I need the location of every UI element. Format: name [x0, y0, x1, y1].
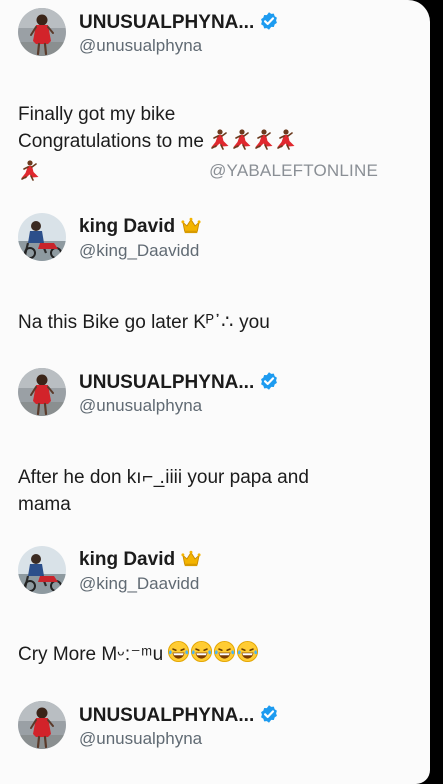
- avatar[interactable]: [18, 368, 66, 416]
- post-king-david-2[interactable]: king David @king_Daavidd Cry More Mᵕ:⁻ᵐu: [0, 538, 430, 683]
- laughing-emoji-group: [167, 640, 259, 671]
- laughing-emoji-icon: [213, 640, 236, 663]
- dancer-emoji-icon: [252, 128, 274, 150]
- post-header: UNUSUALPHYNA... @unusualphyna: [18, 701, 418, 753]
- display-name[interactable]: king David: [79, 549, 201, 571]
- avatar[interactable]: [18, 8, 66, 56]
- post-header: king David @king_Daavidd: [18, 546, 418, 598]
- laughing-emoji-icon: [236, 640, 259, 663]
- obscured-text: ı⌐ ̲.: [136, 467, 166, 488]
- dancer-emoji-icon: [274, 128, 296, 150]
- watermark: @YABALEFTONLINE: [209, 161, 378, 180]
- display-name-text: king David: [79, 549, 176, 570]
- post-header: UNUSUALPHYNA... @unusualphyna: [18, 368, 418, 420]
- user-handle[interactable]: @king_Daavidd: [79, 574, 199, 594]
- woman-red-dress-avatar-icon: [18, 8, 66, 56]
- post-king-david-1[interactable]: king David @king_Daavidd Na this Bike go…: [0, 205, 430, 345]
- laughing-emoji-icon: [190, 640, 213, 663]
- post-text-span: you: [233, 312, 270, 333]
- man-bike-avatar-icon: [18, 213, 66, 261]
- user-handle[interactable]: @unusualphyna: [79, 729, 202, 749]
- avatar[interactable]: [18, 546, 66, 594]
- dancer-emoji-icon: [18, 159, 40, 181]
- obscured-text: ᴾ᾽∴: [205, 312, 234, 333]
- woman-red-dress-avatar-icon: [18, 368, 66, 416]
- post-header: king David @king_Daavidd: [18, 213, 418, 265]
- post-text-line: mama: [18, 494, 71, 515]
- post-text-line: Congratulations to me: [18, 128, 413, 158]
- dancer-emoji-icon: [230, 128, 252, 150]
- verified-badge-icon: [259, 371, 279, 391]
- user-handle[interactable]: @king_Daavidd: [79, 241, 199, 261]
- user-handle[interactable]: @unusualphyna: [79, 396, 202, 416]
- post-text-span: u: [152, 644, 164, 665]
- display-name-text: UNUSUALPHYNA...: [79, 372, 255, 393]
- crown-emoji-icon: [181, 216, 201, 234]
- post-text-span: Na this Bike go later K: [18, 312, 206, 333]
- laughing-emoji-icon: [167, 640, 190, 663]
- display-name-text: king David: [79, 216, 176, 237]
- post-text-line: Finally got my bike: [18, 104, 176, 125]
- user-handle[interactable]: @unusualphyna: [79, 36, 202, 56]
- avatar[interactable]: [18, 213, 66, 261]
- obscured-text: ᵕ:⁻ᵐ: [117, 644, 153, 665]
- post-text-span: Congratulations to me: [18, 131, 204, 152]
- post-header: UNUSUALPHYNA... @unusualphyna: [18, 8, 418, 60]
- post-text: Cry More Mᵕ:⁻ᵐu: [18, 640, 413, 671]
- verified-badge-icon: [259, 11, 279, 31]
- post-text-line: After he don kı⌐ ̲.iiii your papa and: [18, 464, 413, 491]
- post-text: After he don kı⌐ ̲.iiii your papa and ma…: [18, 464, 413, 518]
- post-unusualphyna-1[interactable]: UNUSUALPHYNA... @unusualphyna Finally go…: [0, 0, 430, 200]
- display-name-text: UNUSUALPHYNA...: [79, 705, 255, 726]
- avatar[interactable]: [18, 701, 66, 749]
- display-name[interactable]: king David: [79, 216, 201, 238]
- post-text-span: Cry More M: [18, 644, 118, 665]
- display-name[interactable]: UNUSUALPHYNA...: [79, 704, 279, 727]
- display-name[interactable]: UNUSUALPHYNA...: [79, 371, 279, 394]
- post-text-span: iiii your papa and: [165, 467, 309, 488]
- display-name-text: UNUSUALPHYNA...: [79, 12, 255, 33]
- post-unusualphyna-3[interactable]: UNUSUALPHYNA... @unusualphyna: [0, 697, 430, 777]
- dancer-emoji-icon: [208, 128, 230, 150]
- man-bike-avatar-icon: [18, 546, 66, 594]
- crown-emoji-icon: [181, 549, 201, 567]
- post-unusualphyna-2[interactable]: UNUSUALPHYNA... @unusualphyna After he d…: [0, 360, 430, 535]
- woman-red-dress-avatar-icon: [18, 701, 66, 749]
- verified-badge-icon: [259, 704, 279, 724]
- post-text: Na this Bike go later Kᴾ᾽∴ you: [18, 309, 413, 336]
- post-text-span: After he don k: [18, 467, 137, 488]
- display-name[interactable]: UNUSUALPHYNA...: [79, 11, 279, 34]
- screenshot-panel: UNUSUALPHYNA... @unusualphyna Finally go…: [0, 0, 430, 784]
- dancer-emoji-group: [208, 128, 296, 158]
